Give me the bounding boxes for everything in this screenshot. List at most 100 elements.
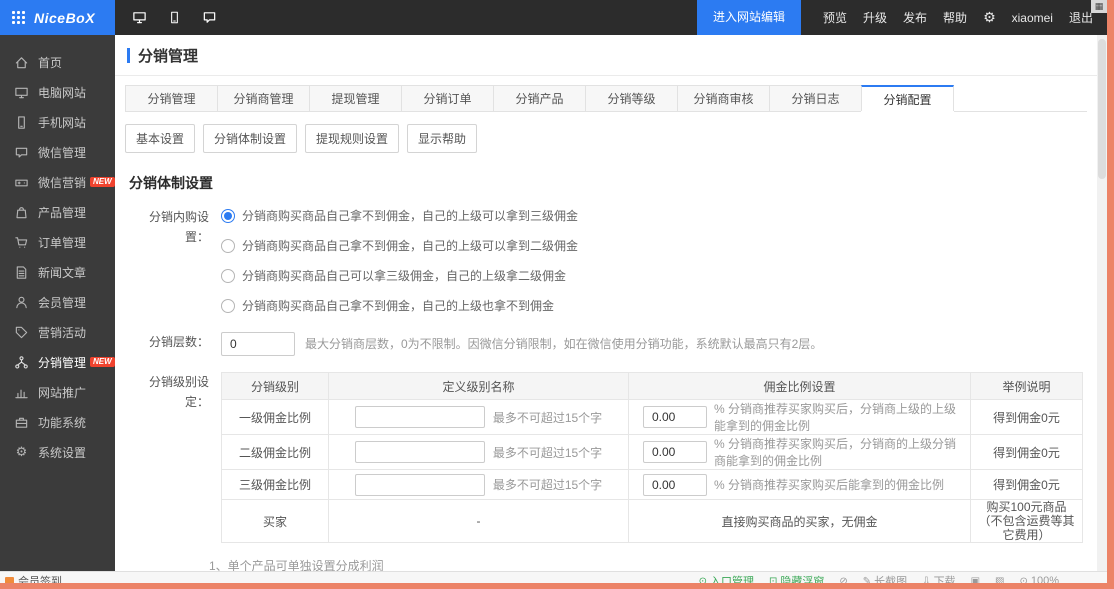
radio-icon[interactable] xyxy=(221,299,235,313)
tab-distributor-review[interactable]: 分销商审核 xyxy=(677,85,770,111)
table-row-level2: 二级佣金比例 最多不可超过15个字 % 分销商推荐买家购买后，分销商的上级分销商… xyxy=(222,435,1083,470)
hide-float-icon: ⊡ xyxy=(769,576,777,584)
long-screenshot-tool[interactable]: ✎长截图 xyxy=(863,573,907,583)
sidebar-item-function-system[interactable]: 功能系统 xyxy=(0,407,115,437)
sidebar-item-product-manage[interactable]: 产品管理 xyxy=(0,197,115,227)
help-link[interactable]: 帮助 xyxy=(943,9,967,26)
layers-input[interactable] xyxy=(221,332,295,356)
enter-site-edit-button[interactable]: 进入网站编辑 xyxy=(697,0,801,35)
show-help-button[interactable]: 显示帮助 xyxy=(407,124,477,153)
scrollbar-thumb[interactable] xyxy=(1098,39,1106,179)
chat-preview-icon[interactable] xyxy=(201,10,218,25)
download-tool[interactable]: ⇩下载 xyxy=(922,573,955,583)
section-heading-system: 分销体制设置 xyxy=(129,173,1083,193)
split-tool-icon[interactable]: ▨ xyxy=(995,576,1004,584)
distribution-system-settings-button[interactable]: 分销体制设置 xyxy=(203,124,297,153)
capture-frame-bottom xyxy=(0,583,1114,589)
tab-distribution-levels[interactable]: 分销等级 xyxy=(585,85,678,111)
briefcase-icon xyxy=(14,415,29,430)
chat-bubble-icon xyxy=(14,145,29,160)
sidebar-item-wechat-marketing[interactable]: 微信营销 NEW xyxy=(0,167,115,197)
table-row-buyer: 买家 - 直接购买商品的买家，无佣金 购买100元商品（不包含运费等其它费用） xyxy=(222,500,1083,543)
commission-level-table: 分销级别 定义级别名称 佣金比例设置 举例说明 一级佣金比例 最多不可超过15个… xyxy=(221,372,1083,543)
level3-name-input[interactable] xyxy=(355,474,485,496)
radio-icon[interactable] xyxy=(221,269,235,283)
settings-gear-icon[interactable]: ⚙ xyxy=(983,9,996,26)
disable-tool-icon[interactable]: ⊘ xyxy=(839,576,847,584)
sidebar-item-order-manage[interactable]: 订单管理 xyxy=(0,227,115,257)
ratio-desc: % 分销商推荐买家购买后，分销商上级的上级能拿到的佣金比例 xyxy=(714,400,966,434)
tab-distributor-manage[interactable]: 分销商管理 xyxy=(217,85,310,111)
tab-bar: 分销管理 分销商管理 提现管理 分销订单 分销产品 分销等级 分销商审核 分销日… xyxy=(125,85,1087,112)
tab-distribution-config[interactable]: 分销配置 xyxy=(861,85,954,111)
level-cell: 一级佣金比例 xyxy=(222,400,329,435)
panel-tool-icon[interactable]: ▣ xyxy=(971,576,980,584)
sidebar-item-wechat-manage[interactable]: 微信管理 xyxy=(0,137,115,167)
note-1: 1、单个产品可单独设置分成利润 xyxy=(209,557,1083,572)
entry-manage-tool[interactable]: ⊙入口管理 xyxy=(699,573,754,583)
new-badge: NEW xyxy=(90,357,115,367)
level1-ratio-input[interactable] xyxy=(643,406,707,428)
level2-name-input[interactable] xyxy=(355,441,485,463)
withdraw-rules-settings-button[interactable]: 提现规则设置 xyxy=(305,124,399,153)
tab-distribution-manage[interactable]: 分销管理 xyxy=(125,85,218,111)
apps-grid-icon[interactable] xyxy=(12,11,25,24)
radio-option-4[interactable]: 分销商购买商品自己拿不到佣金，自己的上级也拿不到佣金 xyxy=(221,297,578,314)
sidebar-item-label: 首页 xyxy=(38,54,62,71)
new-badge: NEW xyxy=(90,177,115,187)
username[interactable]: xiaomei xyxy=(1012,11,1053,25)
capture-corner-icon[interactable]: ▦ xyxy=(1091,0,1107,13)
sidebar-item-site-promotion[interactable]: 网站推广 xyxy=(0,377,115,407)
publish-link[interactable]: 发布 xyxy=(903,9,927,26)
name-hint: 最多不可超过15个字 xyxy=(493,476,602,493)
preview-link[interactable]: 预览 xyxy=(823,9,847,26)
col-header-level: 分销级别 xyxy=(222,373,329,400)
radio-option-1[interactable]: 分销商购买商品自己拿不到佣金，自己的上级可以拿到三级佣金 xyxy=(221,207,578,224)
sidebar-item-mobile-site[interactable]: 手机网站 xyxy=(0,107,115,137)
logo-block[interactable]: NiceBoX xyxy=(0,0,115,35)
sidebar-item-member-manage[interactable]: 会员管理 xyxy=(0,287,115,317)
mobile-preview-icon[interactable] xyxy=(168,10,181,25)
tab-distribution-products[interactable]: 分销产品 xyxy=(493,85,586,111)
table-row-level1: 一级佣金比例 最多不可超过15个字 % 分销商推荐买家购买后，分销商上级的上级能… xyxy=(222,400,1083,435)
sidebar-item-label: 新闻文章 xyxy=(38,264,86,281)
upgrade-link[interactable]: 升级 xyxy=(863,9,887,26)
home-icon xyxy=(14,55,29,70)
sidebar-item-label: 系统设置 xyxy=(38,444,86,461)
desktop-preview-icon[interactable] xyxy=(131,10,148,25)
col-header-example: 举例说明 xyxy=(971,373,1083,400)
level1-name-input[interactable] xyxy=(355,406,485,428)
level3-ratio-input[interactable] xyxy=(643,474,707,496)
sitemap-icon xyxy=(14,355,29,370)
bottom-toolbar: 会员签到 ⊙入口管理 ⊡隐藏浮窗 ⊘ ✎长截图 ⇩下载 ▣ ▨ ⊙100% xyxy=(0,571,1107,583)
sidebar-item-home[interactable]: 首页 xyxy=(0,47,115,77)
sidebar-item-marketing-activity[interactable]: 营销活动 xyxy=(0,317,115,347)
level2-ratio-input[interactable] xyxy=(643,441,707,463)
scrollbar-track[interactable] xyxy=(1097,35,1107,572)
logout-link[interactable]: 退出 xyxy=(1069,9,1093,26)
sidebar-item-distribution-manage[interactable]: 分销管理NEW xyxy=(0,347,115,377)
sidebar-item-pc-site[interactable]: 电脑网站 xyxy=(0,77,115,107)
tab-distribution-logs[interactable]: 分销日志 xyxy=(769,85,862,111)
sidebar-item-system-settings[interactable]: ⚙系统设置 xyxy=(0,437,115,467)
bar-chart-icon xyxy=(14,385,29,400)
radio-option-3[interactable]: 分销商购买商品自己可以拿三级佣金，自己的上级拿二级佣金 xyxy=(221,267,578,284)
radio-option-2[interactable]: 分销商购买商品自己拿不到佣金，自己的上级可以拿到二级佣金 xyxy=(221,237,578,254)
top-bar: NiceBoX 进入网站编辑 预览 升级 发布 帮助 ⚙ xiaomei 退出 xyxy=(0,0,1107,35)
name-hint: 最多不可超过15个字 xyxy=(493,444,602,461)
radio-selected-icon[interactable] xyxy=(221,209,235,223)
zoom-icon: ⊙ xyxy=(1019,576,1027,584)
sidebar-item-news[interactable]: 新闻文章 xyxy=(0,257,115,287)
hide-float-tool[interactable]: ⊡隐藏浮窗 xyxy=(769,573,824,583)
entry-icon: ⊙ xyxy=(699,576,707,584)
basic-settings-button[interactable]: 基本设置 xyxy=(125,124,195,153)
tab-distribution-orders[interactable]: 分销订单 xyxy=(401,85,494,111)
radio-icon[interactable] xyxy=(221,239,235,253)
zoom-level-tool[interactable]: ⊙100% xyxy=(1019,575,1059,583)
member-checkin-item[interactable]: 会员签到 xyxy=(5,573,62,583)
sidebar: 首页 电脑网站 手机网站 微信管理 微信营销 NEW 产品管理 订单管理 新闻文章… xyxy=(0,35,115,572)
sidebar-item-label: 微信营销 xyxy=(38,174,86,191)
ratio-desc: % 分销商推荐买家购买后，分销商的上级分销商能拿到的佣金比例 xyxy=(714,435,966,469)
title-accent-bar xyxy=(127,48,130,63)
tab-withdraw-manage[interactable]: 提现管理 xyxy=(309,85,402,111)
